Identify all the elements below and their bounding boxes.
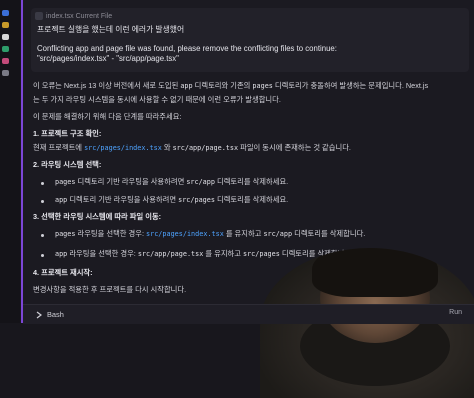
text: 라우팅을 선택한 경우: (69, 249, 136, 258)
response-plan: 이 문제를 해결하기 위해 다음 단계를 따라주세요: (33, 112, 182, 121)
text: 를 유지하고 (225, 229, 262, 238)
text: 디렉토리 기반 라우팅을 사용하려면 (77, 177, 185, 186)
text: 디렉토리를 삭제하세요. (217, 195, 289, 204)
text: 이 오류는 Next.js 13 이상 버전에서 새로 도입된 (33, 81, 179, 90)
inline-code: src/app/page.tsx (172, 144, 239, 152)
step-1-text: 현재 프로젝트에 src/pages/index.tsx 와 src/app/p… (33, 143, 351, 153)
user-message-line-1: 프로젝트 실행을 했는데 이런 에러가 발생했어 (37, 25, 185, 34)
inline-code: src/app (263, 230, 293, 238)
text: 현재 프로젝트에 (33, 143, 83, 152)
inline-code: src/app (186, 178, 215, 186)
step-2-heading: 2. 라우팅 시스템 선택: (33, 160, 101, 170)
chevron-right-icon (36, 311, 42, 318)
code-link[interactable]: src/pages/index.tsx (84, 144, 162, 152)
inline-code: app (55, 250, 68, 258)
inline-code: src/app/page.tsx (137, 250, 204, 258)
bash-label: Bash (47, 310, 64, 319)
text: 디렉토리와 기존의 (194, 81, 251, 90)
text: 디렉토리 기반 라우팅을 사용하려면 (69, 195, 177, 204)
terminal-bar: Bash Run (23, 304, 474, 324)
text: 파일이 동시에 존재하는 것 같습니다. (240, 143, 351, 152)
inline-code: app (180, 82, 193, 90)
edge-tab-blue[interactable] (2, 10, 9, 16)
code-link[interactable]: src/pages/index.tsx (146, 230, 224, 238)
heading-text: 1. 프로젝트 구조 확인: (33, 129, 102, 138)
step-4-heading: 4. 프로젝트 재시작: (33, 268, 93, 278)
step-2-bullet-1: pages 디렉토리 기반 라우팅을 사용하려면 src/app 디렉토리를 삭… (55, 177, 288, 187)
text: 라우팅을 선택한 경우: (77, 229, 145, 238)
step-1-heading: 1. 프로젝트 구조 확인: (33, 129, 101, 139)
response-intro: 이 오류는 Next.js 13 이상 버전에서 새로 도입된 app 디렉토리… (33, 81, 428, 91)
inline-code: pages (55, 230, 76, 238)
bullet-icon (41, 234, 44, 237)
inline-code: pages (55, 178, 76, 186)
file-chip-label: index.tsx Current File (46, 12, 113, 20)
text: 와 (163, 143, 171, 152)
text: 디렉토리를 삭제합니다. (294, 229, 366, 238)
edge-tab-green[interactable] (2, 46, 9, 52)
edge-tab-yellow[interactable] (2, 22, 9, 28)
bash-button[interactable]: Bash (29, 308, 70, 321)
heading-text: 3. 선택한 라우팅 시스템에 따라 파일 이동: (33, 212, 162, 221)
step-3-bullet-1: pages 라우팅을 선택한 경우: src/pages/index.tsx 를… (55, 229, 365, 239)
step-3-heading: 3. 선택한 라우팅 시스템에 따라 파일 이동: (33, 212, 161, 222)
step-4-text: 변경사항을 적용한 후 프로젝트를 다시 시작합니다. (33, 285, 187, 294)
user-message-line-3: "src/pages/index.tsx" - "src/app/page.ts… (37, 54, 179, 63)
text: 디렉토리가 충돌하여 발생하는 문제입니다. Next.js (274, 81, 429, 90)
person-hair (312, 248, 438, 297)
heading-text: 2. 라우팅 시스템 선택: (33, 160, 102, 169)
inline-code: pages (252, 82, 273, 90)
inline-code: src/pages (178, 196, 215, 204)
step-3-bullet-2: app 라우팅을 선택한 경우: src/app/page.tsx 를 유지하고… (55, 249, 353, 259)
file-context-chip[interactable]: index.tsx Current File (35, 10, 112, 22)
response-intro-2: 는 두 가지 라우팅 시스템을 동시에 사용할 수 없기 때문에 이런 오류가 … (33, 95, 281, 104)
step-2-bullet-2: app 디렉토리 기반 라우팅을 사용하려면 src/pages 디렉토리를 삭… (55, 195, 288, 205)
bullet-icon (41, 254, 44, 257)
bullet-icon (41, 200, 44, 203)
edge-tab-gray[interactable] (2, 70, 9, 76)
edge-tab-white[interactable] (2, 34, 9, 40)
bullet-icon (41, 182, 44, 185)
user-message: index.tsx Current File 프로젝트 실행을 했는데 이런 에… (31, 8, 469, 72)
edge-tab-pink[interactable] (2, 58, 9, 64)
inline-code: app (55, 196, 68, 204)
text: 디렉토리를 삭제하세요. (217, 177, 289, 186)
run-button[interactable]: Run (449, 309, 462, 316)
user-message-line-2: Conflicting app and page file was found,… (37, 44, 337, 53)
inline-code: src/pages (242, 250, 280, 258)
heading-text: 4. 프로젝트 재시작: (33, 268, 93, 277)
left-edge-strip (0, 0, 20, 323)
file-icon (35, 12, 43, 20)
text: 를 유지하고 (205, 249, 241, 258)
